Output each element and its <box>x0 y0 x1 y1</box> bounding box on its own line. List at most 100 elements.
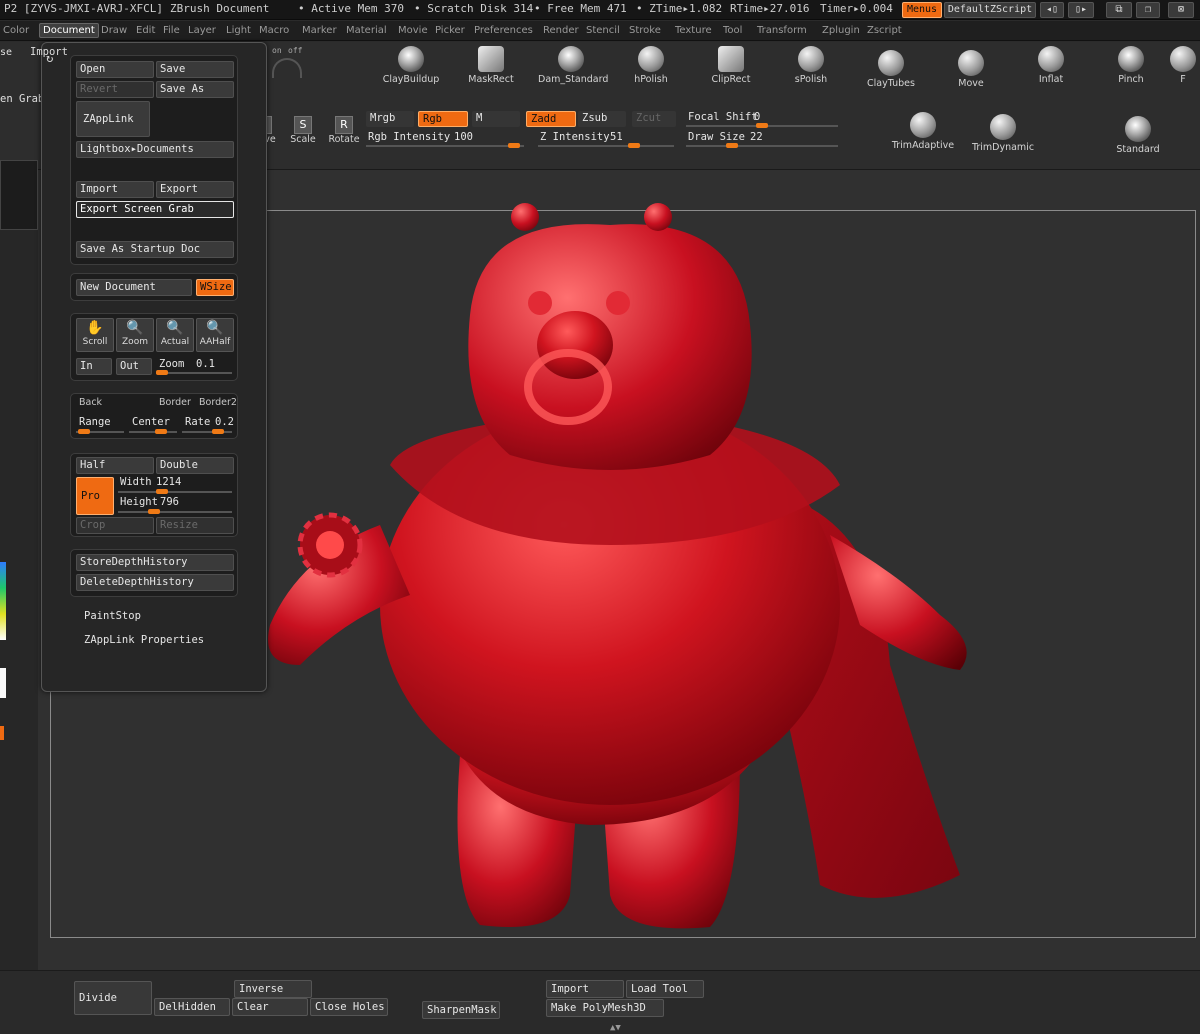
import-tool-button[interactable]: Import <box>546 980 624 998</box>
brush-dam-standard[interactable]: Dam_Standard <box>538 46 608 85</box>
new-document-button[interactable]: New Document <box>76 279 192 296</box>
menu-marker[interactable]: Marker <box>299 24 340 37</box>
brush-inflat[interactable]: Inflat <box>1018 46 1084 85</box>
zoom-out-button[interactable]: Out <box>116 358 152 375</box>
menu-zplugin[interactable]: Zplugin <box>819 24 863 37</box>
menu-transform[interactable]: Transform <box>754 24 810 37</box>
scroll-icon[interactable]: ✋ Scroll <box>76 318 114 352</box>
brush-spolish[interactable]: sPolish <box>778 46 844 85</box>
divide-button[interactable]: Divide <box>74 981 152 1015</box>
menu-draw[interactable]: Draw <box>98 24 130 37</box>
actual-icon[interactable]: 🔍 Actual <box>156 318 194 352</box>
menu-document[interactable]: Document <box>39 23 99 38</box>
aahalf-icon[interactable]: 🔍 AAHalf <box>196 318 234 352</box>
import-button[interactable]: Import <box>76 181 154 198</box>
height-slider[interactable]: Height 796 <box>118 496 234 514</box>
menu-texture[interactable]: Texture <box>672 24 715 37</box>
brush-claytubes[interactable]: ClayTubes <box>858 50 924 89</box>
wsize-button[interactable]: WSize <box>196 279 234 296</box>
draw-size-slider[interactable]: Draw Size 22 <box>686 130 838 148</box>
menu-edit[interactable]: Edit <box>133 24 158 37</box>
zoom-in-button[interactable]: In <box>76 358 112 375</box>
crop-button[interactable]: Crop <box>76 517 154 534</box>
menu-stroke[interactable]: Stroke <box>626 24 664 37</box>
zapplink-button[interactable]: ZAppLink <box>76 101 150 137</box>
shelf-import-fragment[interactable]: Import <box>30 46 68 58</box>
store-depth-history-button[interactable]: StoreDepthHistory <box>76 554 234 571</box>
brush-maskrect[interactable]: MaskRect <box>458 46 524 85</box>
menu-preferences[interactable]: Preferences <box>471 24 536 37</box>
resize-button[interactable]: Resize <box>156 517 234 534</box>
delhidden-button[interactable]: DelHidden <box>154 998 230 1016</box>
zadd-button[interactable]: Zadd <box>526 111 576 127</box>
menu-color[interactable]: Color <box>0 24 32 37</box>
rgb-intensity-slider[interactable]: Rgb Intensity 100 <box>366 130 524 148</box>
tool-rotate[interactable]: R Rotate <box>326 116 362 145</box>
menu-light[interactable]: Light <box>223 24 254 37</box>
focal-shift-slider[interactable]: Focal Shift 0 <box>686 110 838 128</box>
double-button[interactable]: Double <box>156 457 234 474</box>
script-name-button[interactable]: DefaultZScript <box>944 2 1036 18</box>
menus-button[interactable]: Menus <box>902 2 942 18</box>
zoom-icon[interactable]: 🔍 Zoom <box>116 318 154 352</box>
brush-move[interactable]: Move <box>938 50 1004 89</box>
tool-scale[interactable]: S Scale <box>288 116 318 145</box>
back-label[interactable]: Back <box>79 397 102 408</box>
zsub-button[interactable]: Zsub <box>578 111 626 127</box>
sharpenmask-button[interactable]: SharpenMask <box>422 1001 500 1019</box>
restore-window-icon[interactable]: ❐ <box>1136 2 1160 18</box>
brush-hpolish[interactable]: hPolish <box>618 46 684 85</box>
export-screen-grab-button[interactable]: Export Screen Grab <box>76 201 234 218</box>
bear-sculpt-model[interactable] <box>240 195 1000 945</box>
dial-icon[interactable] <box>272 58 302 78</box>
border-label[interactable]: Border <box>159 397 191 408</box>
menu-picker[interactable]: Picker <box>432 24 468 37</box>
zoom-slider[interactable]: Zoom 0.1 <box>156 358 234 375</box>
mrgb-button[interactable]: Mrgb <box>366 111 414 127</box>
export-button[interactable]: Export <box>156 181 234 198</box>
load-tool-button[interactable]: Load Tool <box>626 980 704 998</box>
save-button[interactable]: Save <box>156 61 234 78</box>
brush-standard[interactable]: Standard <box>1104 116 1172 155</box>
menu-render[interactable]: Render <box>540 24 582 37</box>
range-slider[interactable]: Range <box>76 416 126 434</box>
scroll-left-icon[interactable]: ◂▯ <box>1040 2 1064 18</box>
brush-claybuildup[interactable]: ClayBuildup <box>378 46 444 85</box>
half-button[interactable]: Half <box>76 457 154 474</box>
menu-material[interactable]: Material <box>343 24 390 37</box>
menu-stencil[interactable]: Stencil <box>583 24 623 37</box>
pro-button[interactable]: Pro <box>76 477 114 515</box>
z-intensity-slider[interactable]: Z Intensity 51 <box>538 130 674 148</box>
white-swatch[interactable] <box>0 668 6 698</box>
paintstop-item[interactable]: PaintStop <box>84 610 141 622</box>
rate-slider[interactable]: Rate 0.2 <box>182 416 234 434</box>
expand-arrows-icon[interactable]: ▲▼ <box>610 1023 621 1033</box>
inverse-button[interactable]: Inverse <box>234 980 312 998</box>
brush-trimdynamic[interactable]: TrimDynamic <box>968 114 1038 153</box>
color-gradient-strip[interactable] <box>0 562 6 640</box>
window-layout-icon[interactable]: ⧉ <box>1106 2 1132 18</box>
menu-macro[interactable]: Macro <box>256 24 292 37</box>
open-button[interactable]: Open <box>76 61 154 78</box>
revert-button[interactable]: Revert <box>76 81 154 98</box>
border2-label[interactable]: Border2 <box>199 397 237 408</box>
brush-cliprect[interactable]: ClipRect <box>698 46 764 85</box>
center-slider[interactable]: Center <box>129 416 179 434</box>
menu-tool[interactable]: Tool <box>720 24 745 37</box>
menu-layer[interactable]: Layer <box>185 24 219 37</box>
brush-trimadaptive[interactable]: TrimAdaptive <box>888 112 958 151</box>
rgb-button[interactable]: Rgb <box>418 111 468 127</box>
menu-file[interactable]: File <box>160 24 183 37</box>
zapplink-properties-item[interactable]: ZAppLink Properties <box>84 634 204 646</box>
m-button[interactable]: M <box>472 111 520 127</box>
close-window-icon[interactable]: ⊠ <box>1168 2 1194 18</box>
zcut-button[interactable]: Zcut <box>632 111 676 127</box>
scroll-right-icon[interactable]: ▯▸ <box>1068 2 1094 18</box>
menu-movie[interactable]: Movie <box>395 24 431 37</box>
width-slider[interactable]: Width 1214 <box>118 476 234 494</box>
menu-zscript[interactable]: Zscript <box>864 24 905 37</box>
brush-pinch[interactable]: Pinch <box>1098 46 1164 85</box>
save-as-startup-doc-button[interactable]: Save As Startup Doc <box>76 241 234 258</box>
save-as-button[interactable]: Save As <box>156 81 234 98</box>
brush-f[interactable]: F <box>1166 46 1200 85</box>
